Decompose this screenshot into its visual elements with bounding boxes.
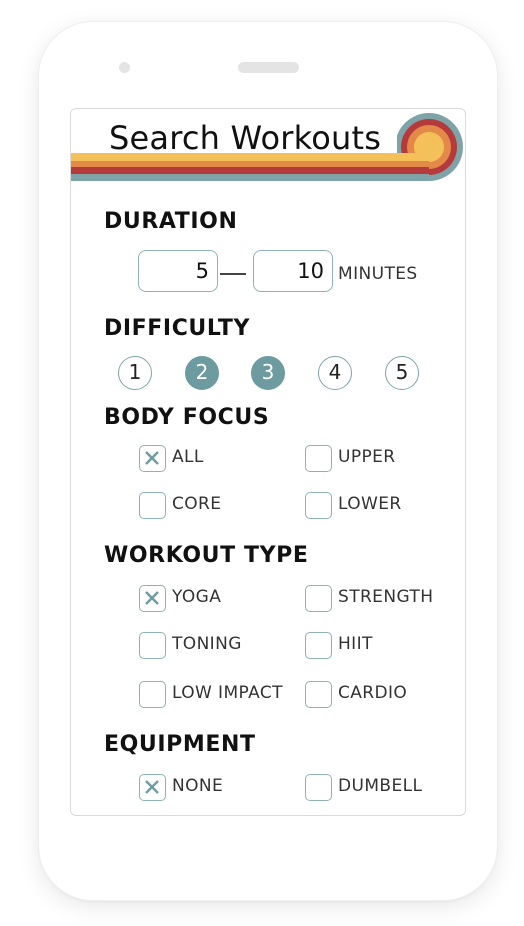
duration-min-input[interactable]: 5 (138, 250, 218, 292)
duration-unit-label: MINUTES (338, 264, 418, 284)
checkbox-low-impact[interactable] (139, 681, 166, 708)
label-all: ALL (172, 447, 204, 467)
checkbox-dumbell[interactable] (305, 774, 332, 801)
checkbox-cardio[interactable] (305, 681, 332, 708)
difficulty-level-3[interactable]: 3 (251, 356, 285, 390)
label-upper: UPPER (338, 447, 396, 467)
label-core: CORE (172, 494, 222, 514)
header-banner: Search Workouts (71, 109, 465, 195)
difficulty-heading: DIFFICULTY (104, 316, 251, 341)
range-dash (220, 273, 246, 275)
check-x-icon (145, 780, 159, 794)
difficulty-level-4[interactable]: 4 (318, 356, 352, 390)
checkbox-strength[interactable] (305, 585, 332, 612)
page-title: Search Workouts (109, 119, 382, 157)
equipment-heading: EQUIPMENT (104, 732, 256, 757)
difficulty-level-1[interactable]: 1 (118, 356, 152, 390)
label-dumbell: DUMBELL (338, 776, 423, 796)
checkbox-toning[interactable] (139, 632, 166, 659)
speaker-grille (238, 62, 299, 73)
checkbox-upper[interactable] (305, 445, 332, 472)
label-yoga: YOGA (172, 587, 222, 607)
checkbox-all[interactable] (139, 445, 166, 472)
search-card: Search Workouts DURATION 5 10 MINUTES DI… (70, 108, 466, 816)
label-strength: STRENGTH (338, 587, 434, 607)
label-none: NONE (172, 776, 224, 796)
duration-heading: DURATION (104, 209, 238, 234)
check-x-icon (145, 451, 159, 465)
label-lower: LOWER (338, 494, 402, 514)
checkbox-hiit[interactable] (305, 632, 332, 659)
checkbox-core[interactable] (139, 492, 166, 519)
front-camera (119, 62, 130, 73)
duration-max-input[interactable]: 10 (253, 250, 333, 292)
label-toning: TONING (172, 634, 242, 654)
workout-type-heading: WORKOUT TYPE (104, 543, 309, 568)
checkbox-yoga[interactable] (139, 585, 166, 612)
difficulty-level-2[interactable]: 2 (185, 356, 219, 390)
body-focus-heading: BODY FOCUS (104, 405, 270, 430)
label-cardio: CARDIO (338, 683, 408, 703)
check-x-icon (145, 591, 159, 605)
label-low-impact: LOW IMPACT (172, 683, 283, 703)
checkbox-lower[interactable] (305, 492, 332, 519)
checkbox-none[interactable] (139, 774, 166, 801)
label-hiit: HIIT (338, 634, 373, 654)
difficulty-level-5[interactable]: 5 (385, 356, 419, 390)
